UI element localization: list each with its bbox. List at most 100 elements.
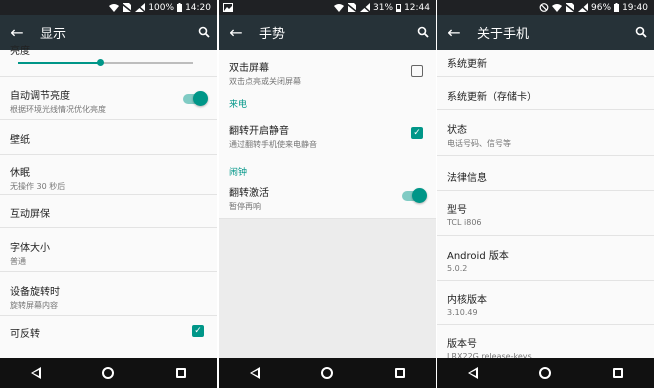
list-item-rotation[interactable]: 设备旋转时 旋转屏幕内容	[0, 272, 217, 316]
category-incoming-call: 来电	[229, 100, 248, 110]
list-item-wallpaper[interactable]: 壁纸	[0, 120, 217, 155]
no-signal-icon	[359, 2, 371, 13]
item-title: 型号	[447, 205, 467, 216]
search-icon[interactable]	[628, 23, 654, 42]
item-subtitle: 双击点亮或关闭屏幕	[229, 77, 301, 86]
list-item-status[interactable]: 状态 电话号码、信号等	[437, 110, 654, 156]
list-item-system-update[interactable]: 系统更新	[437, 50, 654, 77]
item-title: 状态	[447, 125, 467, 136]
wifi-icon	[109, 3, 120, 12]
item-title: 字体大小	[10, 243, 50, 254]
list-item-legal[interactable]: 法律信息	[437, 156, 654, 191]
battery-icon	[614, 3, 620, 12]
flip-mute-checkbox[interactable]: ✓	[411, 127, 423, 139]
search-icon[interactable]	[410, 23, 436, 42]
back-arrow-icon[interactable]: ←	[219, 23, 253, 42]
reversible-checkbox[interactable]: ✓	[192, 325, 204, 337]
no-sim-icon	[121, 3, 133, 13]
item-subtitle: 5.0.2	[447, 264, 468, 273]
item-subtitle: 通过翻转手机使来电静音	[229, 140, 317, 149]
nav-recents-icon[interactable]	[395, 368, 406, 378]
nav-bar	[0, 358, 217, 388]
clock: 12:44	[404, 2, 430, 13]
nav-back-icon[interactable]	[249, 367, 260, 379]
item-title: 可反转	[10, 329, 40, 340]
no-sim-icon	[346, 3, 358, 13]
list-item-reversible[interactable]: 可反转 ✓	[0, 316, 217, 346]
list-item-model[interactable]: 型号 TCL i806	[437, 191, 654, 236]
nav-back-icon[interactable]	[30, 367, 41, 379]
battery-icon	[177, 3, 183, 12]
nav-home-icon[interactable]	[321, 367, 334, 379]
battery-icon	[396, 3, 402, 12]
status-bar: 31% 12:44	[219, 0, 436, 15]
list-item-flip-mute[interactable]: 翻转开启静音 通过翻转手机使来电静音 ✓	[219, 115, 436, 165]
back-arrow-icon[interactable]: ←	[0, 23, 34, 42]
list-item-daydream[interactable]: 互动屏保	[0, 195, 217, 228]
item-title: 设备旋转时	[10, 287, 60, 298]
back-arrow-icon[interactable]: ←	[437, 23, 471, 42]
list-item-build-number[interactable]: 版本号 LRX22G release-keys	[437, 325, 654, 361]
brightness-slider-fill	[18, 62, 101, 64]
double-tap-checkbox[interactable]	[411, 65, 423, 77]
item-title: 双击屏幕	[229, 63, 269, 74]
nav-home-icon[interactable]	[102, 367, 115, 379]
flip-snooze-toggle[interactable]	[402, 188, 427, 203]
list-item-auto-brightness[interactable]: 自动调节亮度 根据环境光线情况优化亮度	[0, 77, 217, 120]
list-item-system-update-sd[interactable]: 系统更新（存储卡）	[437, 77, 654, 110]
item-title: 系统更新	[447, 59, 487, 70]
list-item-android-version[interactable]: Android 版本 5.0.2	[437, 236, 654, 281]
status-bar: 96% 19:40	[437, 0, 654, 15]
no-signal-icon	[577, 2, 589, 13]
brightness-slider-thumb[interactable]	[97, 59, 105, 66]
clock: 14:20	[185, 2, 211, 13]
page-title: 显示	[40, 27, 67, 42]
nav-recents-icon[interactable]	[613, 368, 624, 378]
gestures-settings-screen: 31% 12:44 ← 手势 双击屏幕 双击点亮或关闭屏幕 来电 翻转开启静音 …	[219, 0, 436, 388]
nav-back-icon[interactable]	[467, 367, 478, 379]
brightness-label: 亮度	[10, 46, 30, 57]
do-not-disturb-icon	[539, 3, 549, 12]
status-bar: 100% 14:20	[0, 0, 217, 15]
empty-area	[219, 219, 436, 358]
item-subtitle: 普通	[10, 257, 26, 266]
item-title: 壁纸	[10, 135, 30, 146]
nav-bar	[219, 358, 436, 388]
item-subtitle: 3.10.49	[447, 308, 478, 317]
nav-bar	[437, 358, 654, 388]
app-bar: ← 关于手机	[437, 15, 654, 50]
settings-list: 系统更新 系统更新（存储卡） 状态 电话号码、信号等 法律信息 型号 TCL i…	[437, 50, 654, 361]
list-item-sleep[interactable]: 休眠 无操作 30 秒后	[0, 155, 217, 195]
wifi-icon	[334, 3, 345, 12]
item-title: 法律信息	[447, 173, 487, 184]
item-title: 系统更新（存储卡）	[447, 92, 537, 103]
image-notification-icon	[223, 3, 233, 12]
item-title: 版本号	[447, 339, 477, 350]
item-subtitle: 旋转屏幕内容	[10, 301, 58, 310]
list-item-double-tap[interactable]: 双击屏幕 双击点亮或关闭屏幕	[219, 50, 436, 97]
nav-recents-icon[interactable]	[176, 368, 187, 378]
list-item-kernel-version[interactable]: 内核版本 3.10.49	[437, 281, 654, 325]
page-title: 手势	[259, 27, 286, 42]
search-icon[interactable]	[191, 23, 217, 42]
nav-home-icon[interactable]	[539, 367, 552, 379]
category-alarm: 闹钟	[229, 168, 248, 178]
auto-brightness-toggle[interactable]	[183, 91, 208, 106]
list-item-font-size[interactable]: 字体大小 普通	[0, 228, 217, 272]
wifi-icon	[552, 3, 563, 12]
battery-percent: 96%	[591, 2, 612, 13]
settings-list: 双击屏幕 双击点亮或关闭屏幕 来电 翻转开启静音 通过翻转手机使来电静音 ✓ 闹…	[219, 50, 436, 358]
about-phone-screen: 96% 19:40 ← 关于手机 系统更新 系统更新（存储卡） 状态 电话号码、…	[437, 0, 654, 388]
no-sim-icon	[564, 3, 576, 13]
clock: 19:40	[622, 2, 648, 13]
item-subtitle: 根据环境光线情况优化亮度	[10, 105, 106, 114]
no-signal-icon	[134, 2, 146, 13]
brightness-slider[interactable]	[18, 59, 193, 66]
item-title: 内核版本	[447, 295, 487, 306]
display-settings-screen: 100% 14:20 ← 显示 亮度 自动调节亮度 根据环境光线情况优化亮度 壁…	[0, 0, 217, 388]
list-item-flip-snooze[interactable]: 翻转激活 暂停再响	[219, 181, 436, 219]
item-title: 休眠	[10, 168, 30, 179]
page-title: 关于手机	[477, 27, 530, 42]
item-subtitle: 无操作 30 秒后	[10, 182, 66, 191]
settings-list: 亮度 自动调节亮度 根据环境光线情况优化亮度 壁纸 休眠 无操作 30 秒后 互…	[0, 46, 217, 358]
